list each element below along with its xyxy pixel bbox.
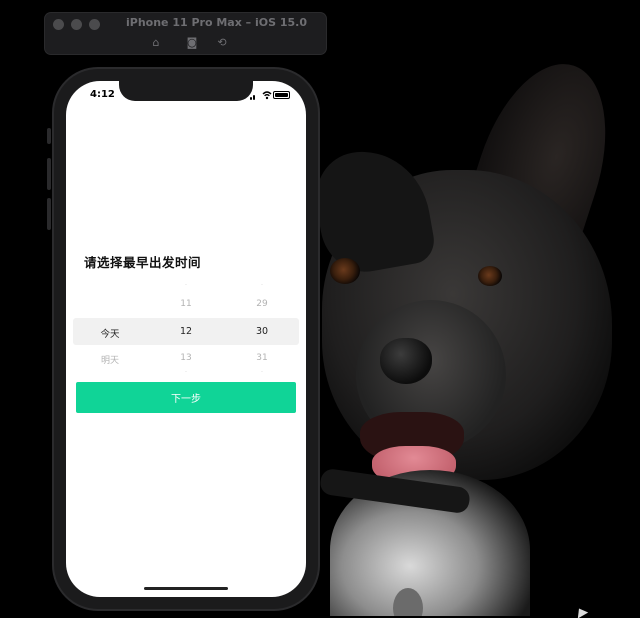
picker-option[interactable]: 31 bbox=[232, 353, 292, 363]
phone-screen: 4:12 请选择最早出发时间 今天 明天 · 11 12 13 · · 29 3… bbox=[66, 81, 306, 597]
picker-option[interactable]: · bbox=[232, 368, 292, 376]
picker-column-hour[interactable]: · 11 12 13 · bbox=[156, 276, 216, 376]
close-window-button[interactable] bbox=[53, 19, 64, 30]
signal-icon bbox=[250, 97, 252, 100]
notch bbox=[119, 81, 253, 101]
dog-eye bbox=[330, 258, 360, 284]
departure-time-picker[interactable]: 今天 明天 · 11 12 13 · · 29 30 31 · bbox=[66, 276, 306, 376]
wifi-icon bbox=[262, 91, 272, 100]
next-step-button[interactable]: 下一步 bbox=[76, 382, 296, 413]
picker-option[interactable]: 明天 bbox=[80, 353, 140, 366]
battery-icon bbox=[273, 91, 290, 99]
zoom-window-button[interactable] bbox=[89, 19, 100, 30]
status-icons bbox=[250, 90, 290, 100]
picker-option-selected[interactable]: 30 bbox=[232, 326, 292, 337]
picker-option[interactable]: · bbox=[232, 281, 292, 289]
picker-option[interactable]: · bbox=[156, 281, 216, 289]
picker-column-day[interactable]: 今天 明天 bbox=[80, 276, 140, 376]
home-indicator bbox=[144, 587, 228, 590]
picker-option[interactable]: 11 bbox=[156, 299, 216, 309]
simulator-titlebar[interactable]: iPhone 11 Pro Max – iOS 15.0 ⌂ ◙ ⟲ bbox=[45, 13, 326, 54]
volume-up-button bbox=[47, 158, 51, 190]
rotate-icon[interactable]: ⟲ bbox=[215, 37, 229, 49]
picker-option-selected[interactable]: 今天 bbox=[80, 326, 140, 340]
picker-option[interactable]: 13 bbox=[156, 353, 216, 363]
iphone-frame: 4:12 请选择最早出发时间 今天 明天 · 11 12 13 · · 29 3… bbox=[54, 69, 318, 609]
dog-nose bbox=[380, 338, 432, 384]
picker-option[interactable]: 29 bbox=[232, 299, 292, 309]
screenshot-icon[interactable]: ◙ bbox=[185, 37, 199, 49]
home-icon[interactable]: ⌂ bbox=[149, 37, 163, 49]
dog-eye bbox=[478, 266, 502, 286]
mute-switch bbox=[47, 128, 51, 144]
picker-column-minute[interactable]: · 29 30 31 · bbox=[232, 276, 292, 376]
volume-down-button bbox=[47, 198, 51, 230]
simulator-title: iPhone 11 Pro Max – iOS 15.0 bbox=[126, 16, 307, 29]
minimize-window-button[interactable] bbox=[71, 19, 82, 30]
page-title: 请选择最早出发时间 bbox=[84, 255, 202, 270]
signal-icon bbox=[253, 95, 255, 100]
picker-option-selected[interactable]: 12 bbox=[156, 326, 216, 337]
status-time: 4:12 bbox=[90, 89, 115, 100]
picker-option[interactable]: · bbox=[156, 368, 216, 376]
dog-ear bbox=[308, 141, 438, 279]
